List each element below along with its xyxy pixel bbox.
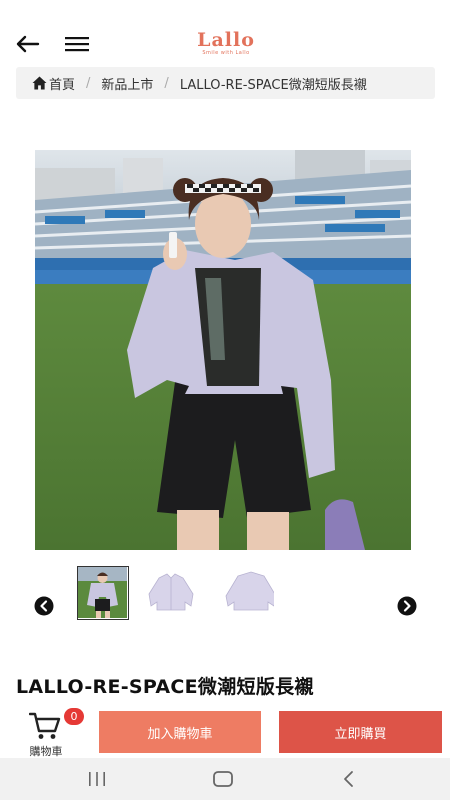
thumbnail-2[interactable] [145,566,197,620]
thumbnail-next-button[interactable] [397,596,417,616]
cart-count-badge: 0 [64,708,84,725]
product-photo [35,150,411,550]
cart-label: 購物車 [29,745,63,758]
logo-wordmark: Lallo [197,29,255,51]
thumbnail-3[interactable] [222,566,274,620]
thumbnail-photo [78,567,127,618]
chevron-left-circle-icon [34,596,54,616]
recent-apps-button[interactable] [87,771,107,787]
thumbnail-shirt-front [148,573,194,611]
chevron-right-circle-icon [397,596,417,616]
arrow-left-icon [16,35,40,53]
breadcrumb-current: LALLO-RE-SPACE微潮短版長襯 [179,77,367,93]
product-title: LALLO-RE-SPACE微潮短版長襯 [16,676,314,698]
breadcrumb-separator: / [164,75,169,91]
top-app-bar: Lallo Smile with Lallo [0,0,450,64]
shopping-cart-icon [29,712,61,739]
thumbnail-prev-button[interactable] [34,596,54,616]
recent-apps-icon [89,772,105,786]
breadcrumb-separator: / [86,75,91,91]
thumbnail-1[interactable] [77,566,129,620]
hamburger-icon [65,37,89,52]
home-icon [32,75,47,90]
product-main-image[interactable] [35,150,411,550]
chevron-left-icon [344,771,353,787]
menu-button[interactable] [63,30,91,58]
breadcrumb-home[interactable]: 首頁 [32,74,75,93]
system-back-button[interactable] [340,770,358,788]
buy-now-button[interactable]: 立即購買 [279,711,442,753]
add-to-cart-button[interactable]: 加入購物車 [99,711,261,753]
back-button[interactable] [14,30,42,58]
brand-logo[interactable]: Lallo Smile with Lallo [190,30,262,64]
breadcrumb-home-label: 首頁 [49,77,76,93]
system-navigation-bar [0,758,450,800]
cart-button[interactable]: 0 購物車 [22,708,84,758]
breadcrumb-category[interactable]: 新品上市 [101,74,153,93]
thumbnail-shirt-back [225,571,274,611]
home-square-icon [213,771,233,787]
home-nav-button[interactable] [212,770,234,788]
breadcrumb: 首頁 / 新品上市 / LALLO-RE-SPACE微潮短版長襯 [16,67,435,99]
